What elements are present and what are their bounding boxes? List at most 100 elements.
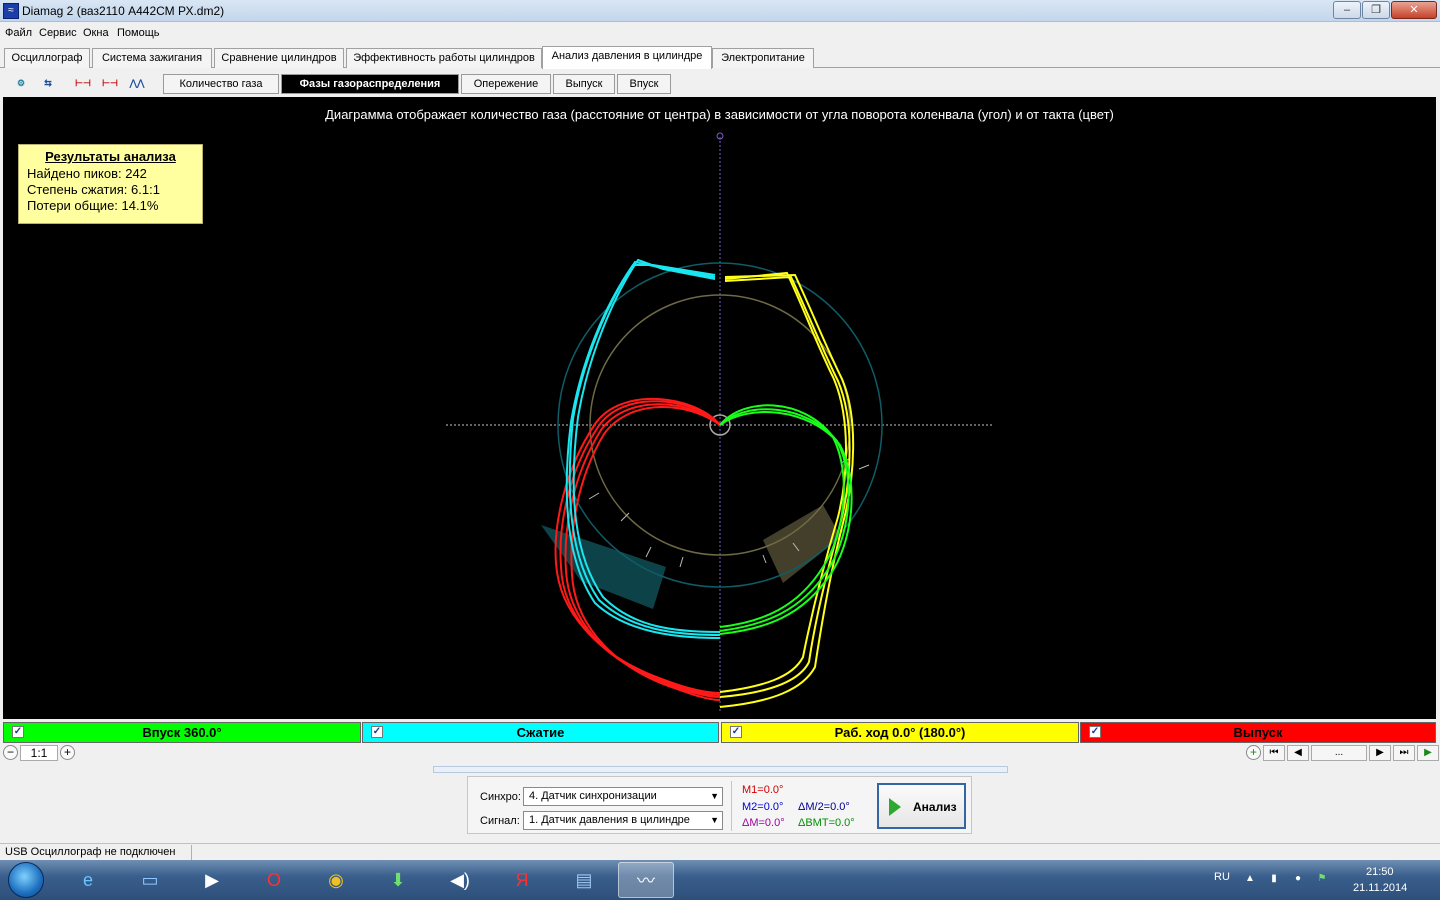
- analysis-results-panel: Результаты анализа Найдено пиков: 242 Ст…: [18, 144, 203, 224]
- m2-readout: M2=0.0°: [742, 801, 784, 813]
- files-icon[interactable]: ▤: [556, 862, 612, 898]
- network-icon[interactable]: ▮: [1268, 873, 1280, 885]
- download-icon[interactable]: ⬇: [370, 862, 426, 898]
- phase-compression[interactable]: ✓ Сжатие: [362, 722, 719, 743]
- first-button[interactable]: ⏮: [1263, 745, 1285, 761]
- m1-readout: M1=0.0°: [742, 784, 784, 796]
- marker-readouts: M1=0.0° M2=0.0° ΔM/2=0.0° ΔM=0.0° ΔBMT=0…: [731, 781, 866, 831]
- phase-power[interactable]: ✓ Раб. ход 0.0° (180.0°): [721, 722, 1079, 743]
- status-text: USB Осциллограф не подключен: [5, 846, 176, 858]
- play-button[interactable]: ▶: [1417, 745, 1439, 761]
- analysis-control-panel: Синхро: 4. Датчик синхронизации ▼ Сигнал…: [467, 776, 972, 834]
- results-title: Результаты анализа: [45, 149, 176, 164]
- minimize-button[interactable]: –: [1333, 1, 1361, 19]
- maximize-button[interactable]: ❐: [1362, 1, 1390, 19]
- auto-markers-icon[interactable]: ⊢⊣: [99, 72, 121, 94]
- ie-icon[interactable]: e: [60, 862, 116, 898]
- language-indicator[interactable]: RU: [1214, 871, 1230, 883]
- opera-icon[interactable]: O: [246, 862, 302, 898]
- position-field[interactable]: ...: [1311, 745, 1367, 761]
- status-separator: [191, 845, 192, 860]
- zoom-navigation-row: − 1:1 + + ⏮ ◀ ... ▶ ⏭ ▶: [0, 744, 1440, 762]
- valve-timing-polar-diagram: [446, 132, 993, 712]
- subtab-exhaust[interactable]: Выпуск: [553, 74, 615, 94]
- signal-label: Сигнал:: [480, 815, 520, 827]
- sync-value: 4. Датчик синхронизации: [529, 790, 657, 802]
- compression-ratio: Степень сжатия: 6.1:1: [27, 182, 160, 197]
- tab-pressure-analysis[interactable]: Анализ давления в цилиндре: [542, 46, 712, 69]
- window-title: Diamag 2 (ваз2110 А442СМ РХ.dm2): [22, 4, 225, 18]
- start-button[interactable]: [8, 862, 44, 898]
- tab-cylinder-efficiency[interactable]: Эффективность работы цилиндров: [346, 48, 542, 68]
- subtab-gas-amount[interactable]: Количество газа: [163, 74, 279, 94]
- subtab-valve-timing[interactable]: Фазы газораспределения: [281, 74, 459, 94]
- chevron-down-icon: ▼: [710, 791, 719, 801]
- next-button[interactable]: ▶: [1369, 745, 1391, 761]
- clock-date[interactable]: 21.11.2014: [1353, 882, 1407, 894]
- tab-power-supply[interactable]: Электропитание: [712, 48, 814, 68]
- menu-bar: Файл Сервис Окна Помощь: [0, 24, 1440, 44]
- tab-ignition[interactable]: Система зажигания: [92, 48, 212, 68]
- camera-icon[interactable]: ●: [1292, 873, 1304, 885]
- phase-power-label: Раб. ход 0.0° (180.0°): [834, 725, 966, 740]
- sync-select[interactable]: 4. Датчик синхронизации ▼: [523, 787, 723, 806]
- exhaust-checkbox[interactable]: ✓: [1089, 726, 1101, 738]
- phase-intake-label: Впуск 360.0°: [142, 725, 222, 740]
- dm-readout: ΔM=0.0°: [742, 817, 785, 829]
- tab-cylinder-compare[interactable]: Сравнение цилиндров: [214, 48, 344, 68]
- clock-time[interactable]: 21:50: [1366, 866, 1394, 878]
- peaks-found: Найдено пиков: 242: [27, 166, 147, 181]
- tab-oscilloscope[interactable]: Осциллограф: [4, 48, 90, 68]
- chrome-icon[interactable]: ◉: [308, 862, 364, 898]
- dbmt-readout: ΔBMT=0.0°: [798, 817, 855, 829]
- phase-exhaust[interactable]: ✓ Выпуск: [1080, 722, 1436, 743]
- menu-file[interactable]: Файл: [5, 27, 32, 39]
- compression-checkbox[interactable]: ✓: [371, 726, 383, 738]
- menu-help[interactable]: Помощь: [117, 27, 160, 39]
- zoom-level: 1:1: [20, 745, 58, 761]
- prev-button[interactable]: ◀: [1287, 745, 1309, 761]
- total-losses: Потери общие: 14.1%: [27, 198, 159, 213]
- analyze-button[interactable]: Анализ: [877, 783, 966, 829]
- main-tabs: Осциллограф Система зажигания Сравнение …: [0, 46, 1440, 69]
- play-icon: [889, 798, 901, 816]
- waveform-icon[interactable]: ⋀⋀: [126, 72, 148, 94]
- status-bar: USB Осциллограф не подключен: [0, 843, 1440, 860]
- menu-service[interactable]: Сервис: [39, 27, 77, 39]
- dm2-readout: ΔM/2=0.0°: [798, 801, 850, 813]
- phase-compression-label: Сжатие: [516, 725, 565, 740]
- sync-label: Синхро:: [480, 791, 521, 803]
- subtab-intake[interactable]: Впуск: [617, 74, 671, 94]
- flag-icon[interactable]: ⚑: [1316, 873, 1328, 885]
- phase-exhaust-label: Выпуск: [1233, 725, 1283, 740]
- explorer-icon[interactable]: ▭: [122, 862, 178, 898]
- add-marker-button[interactable]: +: [1246, 745, 1261, 760]
- taskbar: e ▭ ▶ O ◉ ⬇ ◀) Я ▤ 〰 RU ▲ ▮ ● ⚑ 21:50 21…: [0, 860, 1440, 900]
- show-hidden-icon[interactable]: ▲: [1244, 873, 1256, 885]
- close-button[interactable]: ✕: [1391, 1, 1437, 19]
- yandex-icon[interactable]: Я: [494, 862, 550, 898]
- intake-trace: [719, 404, 853, 635]
- zoom-out-button[interactable]: −: [3, 745, 18, 760]
- intake-checkbox[interactable]: ✓: [12, 726, 24, 738]
- speaker-icon[interactable]: ◀): [432, 862, 488, 898]
- signal-select[interactable]: 1. Датчик давления в цилиндре ▼: [523, 811, 723, 830]
- menu-windows[interactable]: Окна: [83, 27, 109, 39]
- diamag-icon[interactable]: 〰: [618, 862, 674, 898]
- last-button[interactable]: ⏭: [1393, 745, 1415, 761]
- phase-intake[interactable]: ✓ Впуск 360.0°: [3, 722, 361, 743]
- oscillogram-icon: ≈: [3, 3, 19, 19]
- signal-value: 1. Датчик давления в цилиндре: [529, 814, 690, 826]
- media-player-icon[interactable]: ▶: [184, 862, 240, 898]
- sync-settings-icon[interactable]: ⚙: [10, 72, 32, 94]
- chevron-down-icon: ▼: [710, 815, 719, 825]
- power-checkbox[interactable]: ✓: [730, 726, 742, 738]
- cursor-markers-icon[interactable]: ⊢⊣: [72, 72, 94, 94]
- title-bar: ≈ Diamag 2 (ваз2110 А442СМ РХ.dm2) – ❐ ✕: [0, 0, 1440, 22]
- zoom-in-button[interactable]: +: [60, 745, 75, 760]
- toolbar: ⚙ ⇆ ⊢⊣ ⊢⊣ ⋀⋀ Количество газа Фазы газора…: [0, 70, 1440, 96]
- numbering-icon[interactable]: ⇆: [37, 72, 59, 94]
- subtab-advance[interactable]: Опережение: [461, 74, 551, 94]
- panel-splitter[interactable]: [433, 766, 1008, 773]
- diagram-canvas[interactable]: Диаграмма отображает количество газа (ра…: [3, 97, 1436, 719]
